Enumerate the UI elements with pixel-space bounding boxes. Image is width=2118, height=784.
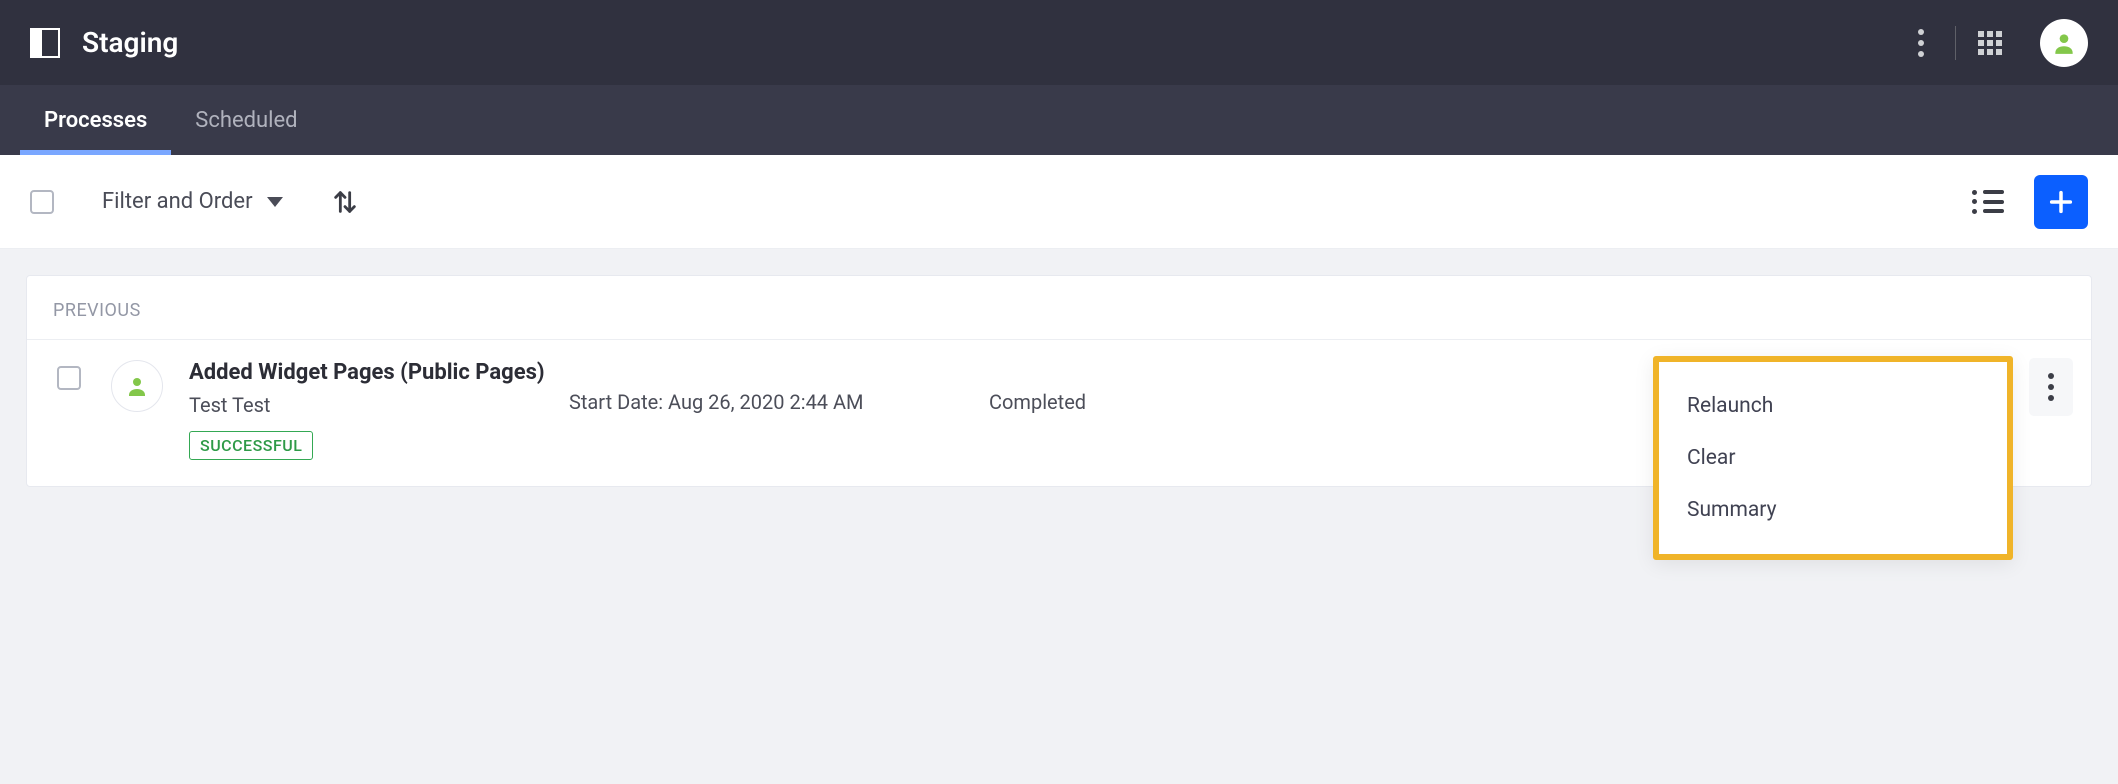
- apps-button[interactable]: [1968, 21, 2012, 65]
- tab-processes[interactable]: Processes: [20, 85, 171, 155]
- app-title: Staging: [82, 26, 178, 59]
- row-status: Completed: [989, 360, 1169, 414]
- app-header: Staging: [0, 0, 2118, 85]
- previous-card: PREVIOUS Added Widget Pages (Public Page…: [26, 275, 2092, 487]
- sort-button[interactable]: [331, 188, 359, 216]
- caret-down-icon: [267, 197, 283, 207]
- menu-relaunch[interactable]: Relaunch: [1659, 380, 2007, 432]
- user-avatar[interactable]: [2040, 19, 2088, 67]
- menu-clear[interactable]: Clear: [1659, 432, 2007, 484]
- tab-scheduled-label: Scheduled: [195, 108, 297, 133]
- toolbar: Filter and Order: [0, 155, 2118, 249]
- content-area: PREVIOUS Added Widget Pages (Public Page…: [0, 249, 2118, 513]
- header-menu-button[interactable]: [1899, 21, 1943, 65]
- select-all-checkbox[interactable]: [30, 190, 54, 214]
- row-checkbox[interactable]: [57, 366, 81, 390]
- row-avatar: [111, 360, 163, 412]
- row-start-date: Start Date: Aug 26, 2020 2:44 AM: [569, 360, 989, 414]
- tab-processes-label: Processes: [44, 108, 147, 133]
- panel-toggle-icon[interactable]: [30, 28, 60, 58]
- row-action-menu: Relaunch Clear Summary: [1653, 356, 2013, 560]
- tab-scheduled[interactable]: Scheduled: [171, 85, 321, 155]
- filter-label: Filter and Order: [102, 189, 253, 214]
- person-icon: [2051, 30, 2077, 56]
- apps-grid-icon: [1978, 31, 2002, 55]
- status-badge: SUCCESSFUL: [189, 431, 313, 460]
- row-title: Added Widget Pages (Public Pages): [189, 360, 569, 385]
- vertical-dots-icon: [2048, 373, 2054, 401]
- filter-and-order-button[interactable]: Filter and Order: [102, 189, 283, 214]
- menu-summary[interactable]: Summary: [1659, 484, 2007, 536]
- row-menu-button[interactable]: [2029, 358, 2073, 416]
- row-main: Added Widget Pages (Public Pages) Test T…: [189, 360, 569, 460]
- tab-bar: Processes Scheduled: [0, 85, 2118, 155]
- sort-arrows-icon: [331, 188, 359, 216]
- process-row: Added Widget Pages (Public Pages) Test T…: [27, 339, 2091, 486]
- view-list-button[interactable]: [1972, 190, 2004, 214]
- plus-icon: [2047, 188, 2075, 216]
- row-subtitle: Test Test: [189, 393, 569, 417]
- vertical-dots-icon: [1918, 29, 1924, 57]
- section-label: PREVIOUS: [27, 300, 2091, 339]
- header-divider: [1955, 26, 1956, 60]
- add-button[interactable]: [2034, 175, 2088, 229]
- person-icon: [125, 374, 149, 398]
- row-actions: [2029, 358, 2073, 416]
